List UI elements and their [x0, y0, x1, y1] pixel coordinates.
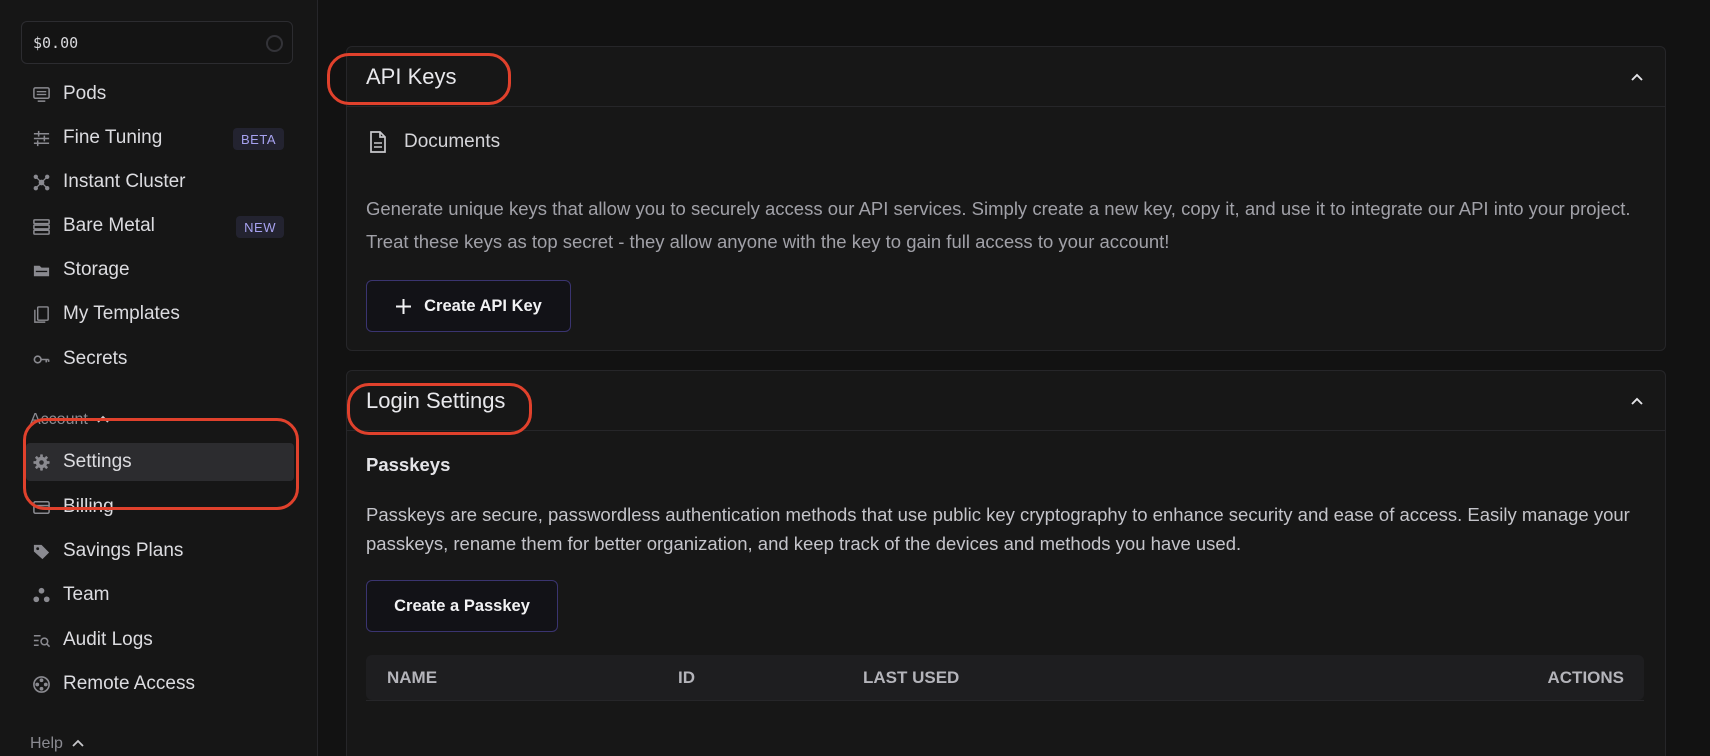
api-keys-panel: API Keys Documents Generate unique keys … [346, 46, 1666, 351]
sidebar-item-storage[interactable]: Storage [26, 251, 294, 289]
sidebar-item-savings-plans[interactable]: Savings Plans [26, 532, 294, 570]
loading-spinner-icon [266, 35, 283, 52]
account-section-label: Account [30, 411, 88, 428]
chevron-up-icon [97, 415, 109, 423]
login-settings-title: Login Settings [366, 387, 506, 413]
sidebar-item-instant-cluster[interactable]: Instant Cluster [26, 163, 294, 201]
login-settings-panel: Login Settings Passkeys Passkeys are sec… [346, 370, 1666, 756]
audit-icon [31, 630, 51, 650]
sidebar-item-pods[interactable]: Pods [26, 75, 294, 113]
sidebar-item-label: Storage [63, 259, 130, 280]
sidebar-item-label: Audit Logs [63, 629, 153, 650]
pods-icon [31, 84, 51, 104]
sidebar-item-my-templates[interactable]: My Templates [26, 295, 294, 333]
sidebar-item-billing[interactable]: Billing [26, 488, 294, 526]
sidebar-item-label: Remote Access [63, 673, 195, 694]
sidebar-item-label: Secrets [63, 348, 128, 369]
chevron-up-icon[interactable] [1629, 69, 1645, 85]
balance-display[interactable]: $0.00 [21, 21, 293, 64]
sidebar-item-secrets[interactable]: Secrets [26, 340, 294, 378]
sidebar-item-label: Instant Cluster [63, 171, 186, 192]
tag-icon [31, 541, 51, 561]
billing-icon [31, 497, 51, 517]
passkeys-description: Passkeys are secure, passwordless authen… [366, 504, 1630, 554]
sidebar-item-remote-access[interactable]: Remote Access [26, 665, 294, 703]
api-keys-title: API Keys [366, 63, 457, 89]
create-api-key-label: Create API Key [424, 296, 542, 315]
templates-icon [31, 304, 51, 324]
sliders-icon [31, 128, 51, 148]
column-actions: ACTIONS [1547, 668, 1625, 687]
account-section-toggle[interactable]: Account [30, 411, 110, 429]
document-icon [370, 131, 386, 153]
server-icon [31, 216, 51, 236]
beta-badge: BETA [233, 128, 284, 150]
new-badge: NEW [236, 216, 284, 238]
chevron-up-icon[interactable] [1629, 393, 1645, 409]
sidebar-item-label: My Templates [63, 303, 180, 324]
column-name: NAME [387, 668, 438, 687]
sidebar-item-bare-metal[interactable]: Bare Metal NEW [26, 207, 294, 245]
column-id: ID [678, 668, 695, 687]
cluster-icon [31, 172, 51, 192]
login-settings-header[interactable]: Login Settings [347, 371, 1665, 431]
create-passkey-button[interactable]: Create a Passkey [366, 580, 558, 632]
remote-icon [31, 674, 51, 694]
create-api-key-button[interactable]: Create API Key [366, 280, 571, 332]
sidebar-item-settings[interactable]: Settings [26, 443, 294, 481]
sidebar-item-label: Pods [63, 83, 107, 104]
sidebar-item-label: Fine Tuning [63, 127, 163, 148]
passkeys-heading: Passkeys [366, 454, 451, 475]
sidebar-item-label: Billing [63, 496, 114, 517]
plus-icon [396, 298, 412, 314]
sidebar-item-label: Team [63, 584, 110, 605]
api-keys-description: Generate unique keys that allow you to s… [366, 198, 1631, 252]
column-last-used: LAST USED [863, 668, 960, 687]
table-divider [366, 700, 1644, 701]
gear-icon [31, 452, 51, 472]
balance-value: $0.00 [33, 33, 79, 52]
api-keys-header[interactable]: API Keys [347, 47, 1665, 107]
documents-link[interactable]: Documents [366, 130, 500, 154]
sidebar-item-label: Savings Plans [63, 540, 184, 561]
sidebar-item-fine-tuning[interactable]: Fine Tuning BETA [26, 119, 294, 157]
create-passkey-label: Create a Passkey [394, 596, 530, 615]
team-icon [31, 585, 51, 605]
sidebar-item-label: Settings [63, 451, 132, 472]
sidebar-item-label: Bare Metal [63, 215, 155, 236]
folder-icon [31, 260, 51, 280]
sidebar: $0.00 Pods Fine Tuning BETA Instant Clus… [0, 0, 318, 756]
help-section-toggle[interactable]: Help [30, 735, 85, 753]
help-section-label: Help [30, 735, 63, 752]
key-icon [31, 349, 51, 369]
sidebar-item-team[interactable]: Team [26, 576, 294, 614]
sidebar-item-audit-logs[interactable]: Audit Logs [26, 621, 294, 659]
passkeys-table-header: NAME ID LAST USED ACTIONS [366, 655, 1644, 700]
chevron-up-icon [72, 739, 84, 747]
documents-label: Documents [404, 131, 501, 152]
